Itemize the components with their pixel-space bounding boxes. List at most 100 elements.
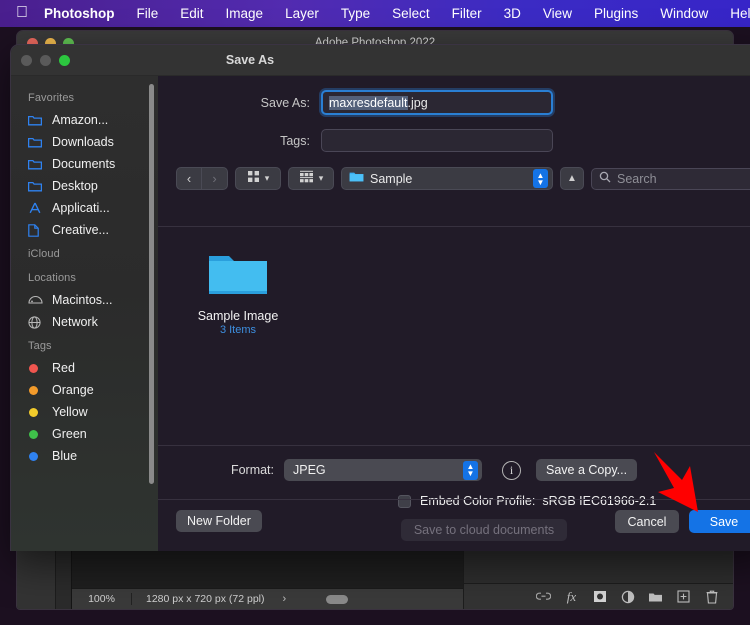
sidebar-item-creative-cloud[interactable]: Creative... <box>11 219 158 241</box>
folder-icon <box>28 159 45 170</box>
apple-logo-icon[interactable]:  <box>16 4 28 21</box>
format-value: JPEG <box>293 463 326 477</box>
folder-icon <box>28 137 45 148</box>
tag-dot-icon <box>28 407 45 417</box>
sidebar-item-label: Red <box>52 361 75 375</box>
group-view-button[interactable]: ▾ <box>288 167 334 190</box>
folder-icon <box>349 171 364 186</box>
sidebar-item-macintosh-hd[interactable]: Macintos... <box>11 289 158 311</box>
document-status-bar: 100% 1280 px x 720 px (72 ppl) › <box>72 588 463 609</box>
group-view-icon <box>299 170 314 188</box>
filename-selected-text: maxresdefault <box>329 95 408 110</box>
dialog-zoom-button[interactable] <box>59 55 70 66</box>
menu-item-plugins[interactable]: Plugins <box>594 6 638 21</box>
layer-style-fx-icon[interactable]: fx <box>564 589 579 604</box>
menu-item-help[interactable]: Help <box>730 6 750 21</box>
document-icon <box>28 223 45 237</box>
file-item-name: Sample Image <box>197 309 279 323</box>
sidebar-item-downloads[interactable]: Downloads <box>11 131 158 153</box>
sidebar-section-locations-header: Locations <box>28 272 76 284</box>
chevron-right-icon[interactable]: › <box>283 593 287 605</box>
cancel-button[interactable]: Cancel <box>615 510 679 533</box>
sidebar-item-desktop[interactable]: Desktop <box>11 175 158 197</box>
format-dropdown[interactable]: JPEG ▲ ▼ <box>284 459 482 481</box>
updown-stepper-icon[interactable]: ▲ ▼ <box>463 460 478 480</box>
new-folder-button[interactable]: New Folder <box>176 510 262 532</box>
folder-icon <box>28 115 45 126</box>
sidebar-item-applications[interactable]: Applicati... <box>11 197 158 219</box>
sidebar-scrollbar[interactable] <box>149 84 154 484</box>
forward-button[interactable]: › <box>202 167 228 190</box>
tags-label: Tags: <box>280 133 310 148</box>
sidebar-item-label: Green <box>52 427 87 441</box>
layers-panel-toolbar: fx <box>464 583 733 609</box>
menu-item-layer[interactable]: Layer <box>285 6 319 21</box>
save-button[interactable]: Save <box>689 510 750 533</box>
menu-item-select[interactable]: Select <box>392 6 430 21</box>
sidebar-item-network[interactable]: Network <box>11 311 158 333</box>
go-up-button[interactable]: ▲ <box>560 167 584 190</box>
sidebar-item-label: Amazon... <box>52 113 109 127</box>
nav-buttons: ‹ › <box>176 167 228 190</box>
icon-view-button[interactable]: ▾ <box>235 167 281 190</box>
updown-stepper-icon[interactable]: ▲ ▼ <box>533 169 548 188</box>
dialog-traffic-lights <box>21 55 70 66</box>
sidebar-item-tag-green[interactable]: Green <box>11 423 158 445</box>
sidebar-item-documents[interactable]: Documents <box>11 153 158 175</box>
new-layer-icon[interactable] <box>676 589 691 604</box>
tag-dot-icon <box>28 363 45 373</box>
harddisk-icon <box>28 295 45 305</box>
menu-item-type[interactable]: Type <box>341 6 370 21</box>
chevron-down-icon: ▾ <box>264 173 270 183</box>
horizontal-scrollbar[interactable] <box>326 594 349 604</box>
save-a-copy-button[interactable]: Save a Copy... <box>536 459 638 481</box>
menu-item-photoshop[interactable]: Photoshop <box>44 6 115 21</box>
sidebar-item-tag-red[interactable]: Red <box>11 357 158 379</box>
file-item-count: 3 Items <box>219 324 257 336</box>
tags-input[interactable] <box>321 129 553 152</box>
layer-mask-icon[interactable] <box>592 589 607 604</box>
sidebar-section-favorites-header: Favorites <box>28 92 75 104</box>
dialog-minimize-button <box>40 55 51 66</box>
sidebar-item-label: Blue <box>52 449 78 463</box>
filename-input[interactable]: maxresdefault .jpg <box>321 90 553 115</box>
sidebar-item-tag-yellow[interactable]: Yellow <box>11 401 158 423</box>
dialog-title: Save As <box>225 53 275 67</box>
new-group-folder-icon[interactable] <box>648 589 663 604</box>
search-input[interactable]: Search <box>591 167 750 190</box>
format-label: Format: <box>230 463 274 477</box>
dialog-options-area: Format: JPEG ▲ ▼ i Save a Copy... Embed C… <box>158 447 750 551</box>
save-as-label: Save As: <box>260 95 310 110</box>
menu-item-image[interactable]: Image <box>226 6 264 21</box>
sidebar-item-label: Network <box>52 315 98 329</box>
menu-item-filter[interactable]: Filter <box>452 6 482 21</box>
menu-item-3d[interactable]: 3D <box>504 6 521 21</box>
sidebar-item-tag-orange[interactable]: Orange <box>11 379 158 401</box>
dialog-close-button <box>21 55 32 66</box>
chevron-left-icon: ‹ <box>186 171 192 186</box>
applications-icon <box>28 202 45 214</box>
current-folder-dropdown[interactable]: Sample ▲ ▼ <box>341 167 553 190</box>
save-as-dialog: Save As Favorites Amazon... Downloads Do… <box>10 44 750 551</box>
file-item-sample-image[interactable]: Sample Image 3 Items <box>183 249 293 336</box>
sidebar-item-label: Documents <box>52 157 116 171</box>
file-browser-area[interactable]: Sample Image 3 Items <box>158 226 750 446</box>
sidebar-item-label: Creative... <box>52 223 109 237</box>
macos-menu-bar:  Photoshop File Edit Image Layer Type S… <box>0 0 750 27</box>
folder-icon <box>28 181 45 192</box>
menu-item-file[interactable]: File <box>137 6 159 21</box>
tag-dot-icon <box>28 429 45 439</box>
sidebar-item-amazon[interactable]: Amazon... <box>11 109 158 131</box>
menu-item-edit[interactable]: Edit <box>180 6 203 21</box>
menu-item-view[interactable]: View <box>543 6 572 21</box>
delete-layer-trash-icon[interactable] <box>704 589 719 604</box>
globe-network-icon <box>28 315 45 329</box>
tags-field-row: Tags: <box>158 129 750 152</box>
menu-item-window[interactable]: Window <box>660 6 708 21</box>
zoom-level[interactable]: 100% <box>72 593 132 605</box>
link-layers-icon[interactable] <box>536 589 551 604</box>
adjustment-layer-icon[interactable] <box>620 589 635 604</box>
info-circle-icon[interactable]: i <box>502 460 521 480</box>
sidebar-item-tag-blue[interactable]: Blue <box>11 445 158 467</box>
back-button[interactable]: ‹ <box>176 167 202 190</box>
